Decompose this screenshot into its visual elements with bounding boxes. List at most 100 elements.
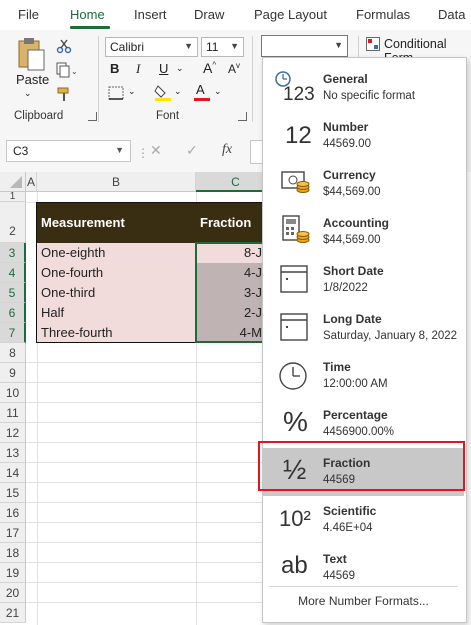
tab-formulas[interactable]: Formulas <box>356 7 410 22</box>
table-cell-measurement[interactable]: One-eighth <box>37 243 196 263</box>
format-sample: 44569.00 <box>323 138 371 150</box>
row-header-20[interactable]: 20 <box>0 583 26 603</box>
row-header-12[interactable]: 12 <box>0 423 26 443</box>
format-option-scientific[interactable]: 10² Scientific 4.46E+04 <box>263 496 464 544</box>
font-color-icon[interactable]: A <box>194 82 210 102</box>
row-header-21[interactable]: 21 <box>0 603 26 623</box>
column-header-b[interactable]: B <box>37 172 196 192</box>
gridline <box>26 482 262 483</box>
fill-color-dropdown-chevron-icon[interactable]: ⌄ <box>174 86 182 97</box>
number-format-dropdown: 123 General No specific format 12 Number… <box>262 57 467 623</box>
underline-button[interactable]: U <box>159 61 168 76</box>
name-box-value: C3 <box>13 144 29 158</box>
row-header-17[interactable]: 17 <box>0 523 26 543</box>
currency-icon <box>269 164 317 204</box>
table-cell-measurement[interactable]: One-third <box>37 283 196 303</box>
row-header-4[interactable]: 4 <box>0 263 26 283</box>
underline-dropdown-chevron-icon[interactable]: ⌄ <box>176 63 184 74</box>
row-header-11[interactable]: 11 <box>0 403 26 423</box>
tab-home[interactable]: Home <box>70 7 105 22</box>
format-option-text[interactable]: ab Text 44569 <box>263 544 464 592</box>
cut-scissors-icon[interactable] <box>56 38 72 54</box>
confirm-entry-icon[interactable]: ✓ <box>186 142 198 159</box>
row-header-1[interactable]: 1 <box>0 192 26 202</box>
clipboard-dialog-launcher-icon[interactable] <box>88 112 97 121</box>
row-header-10[interactable]: 10 <box>0 383 26 403</box>
format-name: Number <box>323 120 369 134</box>
format-option-currency[interactable]: Currency $44,569.00 <box>263 160 464 208</box>
decrease-font-size-icon[interactable]: Av <box>228 61 240 76</box>
clock-icon <box>269 356 317 396</box>
cancel-entry-icon[interactable]: ✕ <box>150 142 162 159</box>
format-sample: $44,569.00 <box>323 234 381 246</box>
format-painter-icon[interactable] <box>56 86 72 102</box>
fill-color-bucket-icon[interactable] <box>154 82 172 102</box>
tab-data[interactable]: Data <box>438 7 465 22</box>
format-option-time[interactable]: Time 12:00:00 AM <box>263 352 464 400</box>
conditional-formatting-icon[interactable] <box>366 37 380 51</box>
tab-draw[interactable]: Draw <box>194 7 224 22</box>
increase-font-size-icon[interactable]: A^ <box>203 60 216 76</box>
font-dialog-launcher-icon[interactable] <box>238 112 247 121</box>
row-header-15[interactable]: 15 <box>0 483 26 503</box>
row-header-6[interactable]: 6 <box>0 303 26 323</box>
format-name: Scientific <box>323 504 377 518</box>
font-size-combo[interactable]: 11 ▼ <box>201 37 244 57</box>
menu-divider <box>269 586 458 587</box>
row-header-8[interactable]: 8 <box>0 343 26 363</box>
table-cell-measurement[interactable]: One-fourth <box>37 263 196 283</box>
formula-bar-grip-icon: ⋮ <box>137 146 149 160</box>
row-header-3[interactable]: 3 <box>0 243 26 263</box>
format-name: General <box>323 72 368 86</box>
format-name: Long Date <box>323 312 382 326</box>
format-option-accounting[interactable]: Accounting $44,569.00 <box>263 208 464 256</box>
bold-button[interactable]: B <box>110 61 119 76</box>
tab-page-layout[interactable]: Page Layout <box>254 7 327 22</box>
row-header-19[interactable]: 19 <box>0 563 26 583</box>
format-option-long-date[interactable]: Long Date Saturday, January 8, 2022 <box>263 304 464 352</box>
column-header-a[interactable]: A <box>26 172 37 192</box>
font-name-combo[interactable]: Calibri ▼ <box>105 37 198 57</box>
gridline <box>26 462 262 463</box>
format-option-number[interactable]: 12 Number 44569.00 <box>263 112 464 160</box>
row-header-9[interactable]: 9 <box>0 363 26 383</box>
table-header-fraction[interactable]: Fraction <box>196 203 262 243</box>
table-cell-measurement[interactable]: Three-fourth <box>37 323 196 342</box>
row-header-14[interactable]: 14 <box>0 463 26 483</box>
group-divider <box>252 36 253 122</box>
paste-label[interactable]: Paste <box>16 72 49 87</box>
tab-insert[interactable]: Insert <box>134 7 167 22</box>
name-box[interactable]: C3 ▼ <box>6 140 131 162</box>
tab-file[interactable]: File <box>18 7 39 22</box>
insert-function-button[interactable]: fx <box>222 142 232 158</box>
scientific-icon: 10² <box>279 506 311 531</box>
paste-dropdown-chevron-icon[interactable]: ⌄ <box>24 88 32 99</box>
row-header-2[interactable]: 2 <box>0 202 26 243</box>
font-name-value: Calibri <box>110 40 145 54</box>
format-sample: Saturday, January 8, 2022 <box>323 330 458 342</box>
gridline <box>26 562 262 563</box>
row-header-18[interactable]: 18 <box>0 543 26 563</box>
row-header-5[interactable]: 5 <box>0 283 26 303</box>
select-all-triangle-icon <box>10 176 22 188</box>
selection-range <box>195 242 267 343</box>
active-tab-indicator <box>70 26 110 29</box>
table-cell-measurement[interactable]: Half <box>37 303 196 323</box>
font-color-dropdown-chevron-icon[interactable]: ⌄ <box>214 86 222 97</box>
select-all-corner[interactable] <box>0 172 26 192</box>
number-format-combo[interactable]: ▼ <box>261 35 348 57</box>
table-header-measurement[interactable]: Measurement <box>37 203 196 243</box>
borders-dropdown-chevron-icon[interactable]: ⌄ <box>128 86 136 97</box>
italic-button[interactable]: I <box>136 61 140 77</box>
clipboard-icon <box>18 38 45 71</box>
number-12-icon: 12 <box>285 122 312 149</box>
row-header-7[interactable]: 7 <box>0 323 26 343</box>
format-option-general[interactable]: 123 General No specific format <box>263 64 464 112</box>
clock-123-icon: 123 <box>269 68 317 108</box>
borders-icon[interactable] <box>108 86 124 100</box>
row-header-16[interactable]: 16 <box>0 503 26 523</box>
copy-icon[interactable]: ⌄ <box>56 62 78 78</box>
row-header-13[interactable]: 13 <box>0 443 26 463</box>
more-number-formats-link[interactable]: More Number Formats... <box>263 594 464 608</box>
format-option-short-date[interactable]: Short Date 1/8/2022 <box>263 256 464 304</box>
